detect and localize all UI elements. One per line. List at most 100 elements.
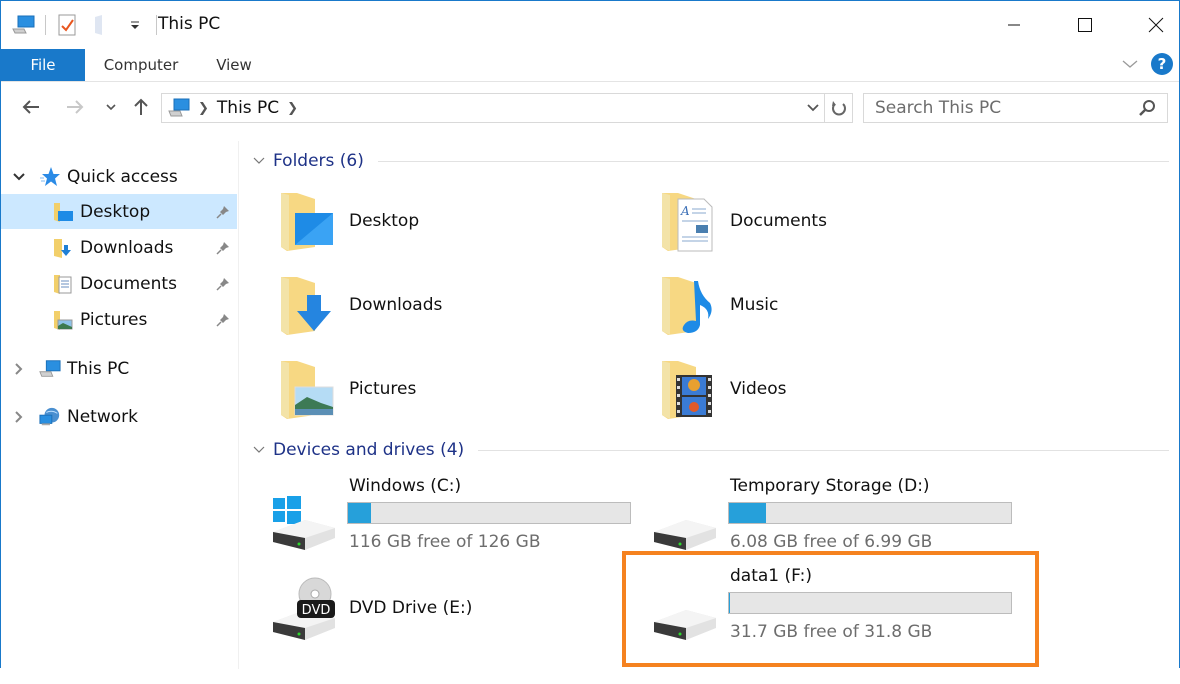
drive-name: Windows (C:)	[349, 476, 462, 496]
star-icon	[39, 166, 61, 188]
folder-name: Desktop	[349, 211, 420, 231]
chevron-down-icon[interactable]	[251, 442, 267, 458]
up-button[interactable]	[129, 95, 153, 119]
group-title: Devices and drives (4)	[273, 440, 465, 460]
folder-downloads[interactable]: Downloads	[241, 269, 601, 341]
search-icon[interactable]	[1137, 98, 1157, 118]
music-folder-icon	[658, 273, 714, 337]
drive-free-space: 31.7 GB free of 31.8 GB	[730, 622, 933, 642]
drive-free-space: 116 GB free of 126 GB	[349, 532, 541, 552]
file-explorer-window: This PC File Computer View ? ❯ This PC ❯…	[0, 0, 1180, 669]
folder-name: Music	[730, 295, 779, 315]
sidebar-item-network[interactable]: Network	[1, 399, 237, 434]
forward-button[interactable]	[63, 95, 87, 119]
search-box[interactable]: Search This PC	[863, 93, 1168, 123]
dvd-badge: DVD	[302, 603, 331, 618]
this-pc-icon	[168, 98, 190, 118]
drive-usage-fill	[729, 503, 766, 523]
windows-drive-icon	[271, 486, 339, 554]
sidebar-label: This PC	[67, 358, 130, 379]
sidebar-item-this-pc[interactable]: This PC	[1, 351, 237, 386]
toolbar-separator	[156, 15, 157, 35]
address-dropdown-button[interactable]	[802, 94, 824, 122]
pin-icon[interactable]	[215, 312, 231, 328]
drive-usage-fill	[729, 593, 730, 613]
downloads-folder-icon	[52, 237, 74, 259]
chevron-down-icon[interactable]	[11, 169, 27, 185]
pin-icon[interactable]	[215, 204, 231, 220]
refresh-button[interactable]	[824, 94, 852, 122]
pin-icon[interactable]	[215, 276, 231, 292]
hard-drive-icon	[652, 486, 720, 554]
recent-locations-dropdown[interactable]	[99, 95, 123, 119]
drive-name: Temporary Storage (D:)	[730, 476, 930, 496]
navigation-pane: Quick access Desktop Downloads Documents…	[1, 141, 239, 669]
folder-music[interactable]: Music	[622, 269, 982, 341]
drive-usage-bar	[728, 592, 1012, 614]
hard-drive-icon	[652, 576, 720, 644]
group-title: Folders (6)	[273, 151, 364, 171]
drive-usage-fill	[348, 503, 371, 523]
sidebar-item-desktop[interactable]: Desktop	[1, 194, 237, 229]
breadcrumb-chevron-icon[interactable]: ❯	[198, 101, 209, 116]
folder-name: Downloads	[349, 295, 443, 315]
window-controls	[966, 1, 1179, 49]
pin-icon[interactable]	[215, 240, 231, 256]
breadcrumb-this-pc[interactable]: This PC	[217, 98, 279, 118]
drive-usage-bar	[728, 502, 1012, 524]
this-pc-icon	[39, 358, 61, 380]
drives-group-header[interactable]: Devices and drives (4)	[251, 438, 1169, 462]
breadcrumb-chevron-icon[interactable]: ❯	[287, 101, 298, 116]
help-icon[interactable]: ?	[1151, 53, 1173, 75]
drive-e[interactable]: DVD DVD Drive (E:)	[241, 566, 621, 650]
folders-group-header[interactable]: Folders (6)	[251, 149, 1169, 173]
drive-d[interactable]: Temporary Storage (D:) 6.08 GB free of 6…	[622, 476, 1012, 560]
sidebar-item-documents[interactable]: Documents	[1, 266, 237, 301]
sidebar-label: Documents	[80, 273, 177, 294]
sidebar-item-pictures[interactable]: Pictures	[1, 302, 237, 337]
chevron-down-icon[interactable]	[251, 153, 267, 169]
new-folder-icon[interactable]	[88, 12, 114, 38]
drive-c[interactable]: Windows (C:) 116 GB free of 126 GB	[241, 476, 631, 560]
chevron-right-icon[interactable]	[11, 361, 27, 377]
desktop-folder-icon	[277, 189, 333, 253]
drive-f[interactable]: data1 (F:) 31.7 GB free of 31.8 GB	[622, 566, 1012, 650]
videos-folder-icon	[658, 357, 714, 421]
address-bar[interactable]: ❯ This PC ❯	[161, 93, 853, 123]
folder-documents[interactable]: A Documents	[622, 185, 982, 257]
navigation-bar: ❯ This PC ❯ Search This PC	[1, 83, 1179, 133]
folder-desktop[interactable]: Desktop	[241, 185, 601, 257]
ribbon: File Computer View ?	[1, 49, 1179, 82]
pictures-folder-icon	[52, 309, 74, 331]
title-bar: This PC	[1, 1, 1179, 49]
tab-view[interactable]: View	[213, 49, 255, 81]
chevron-right-icon[interactable]	[11, 409, 27, 425]
window-title: This PC	[158, 14, 221, 34]
downloads-folder-icon	[277, 273, 333, 337]
properties-icon[interactable]	[54, 12, 80, 38]
expand-ribbon-icon[interactable]	[1121, 55, 1139, 74]
network-icon	[39, 406, 61, 428]
tab-file[interactable]: File	[1, 49, 85, 81]
group-divider	[377, 160, 1169, 162]
maximize-button[interactable]	[1062, 1, 1108, 49]
sidebar-item-quick-access[interactable]: Quick access	[1, 159, 237, 194]
customize-dropdown-icon[interactable]	[122, 12, 148, 38]
close-button[interactable]	[1133, 1, 1179, 49]
sidebar-item-downloads[interactable]: Downloads	[1, 230, 237, 265]
tab-computer[interactable]: Computer	[103, 49, 179, 81]
sidebar-label: Desktop	[80, 201, 151, 222]
sidebar-label: Network	[67, 406, 138, 427]
computer-icon[interactable]	[11, 12, 37, 38]
folder-pictures[interactable]: Pictures	[241, 353, 601, 425]
search-input[interactable]: Search This PC	[875, 98, 1137, 118]
dvd-drive-icon: DVD	[271, 576, 339, 644]
pictures-folder-icon	[277, 357, 334, 421]
quick-access-toolbar	[11, 11, 165, 39]
desktop-folder-icon	[52, 201, 74, 223]
folder-videos[interactable]: Videos	[622, 353, 982, 425]
back-button[interactable]	[19, 95, 43, 119]
minimize-button[interactable]	[991, 1, 1037, 49]
folder-name: Videos	[730, 379, 787, 399]
folder-name: Documents	[730, 211, 827, 231]
